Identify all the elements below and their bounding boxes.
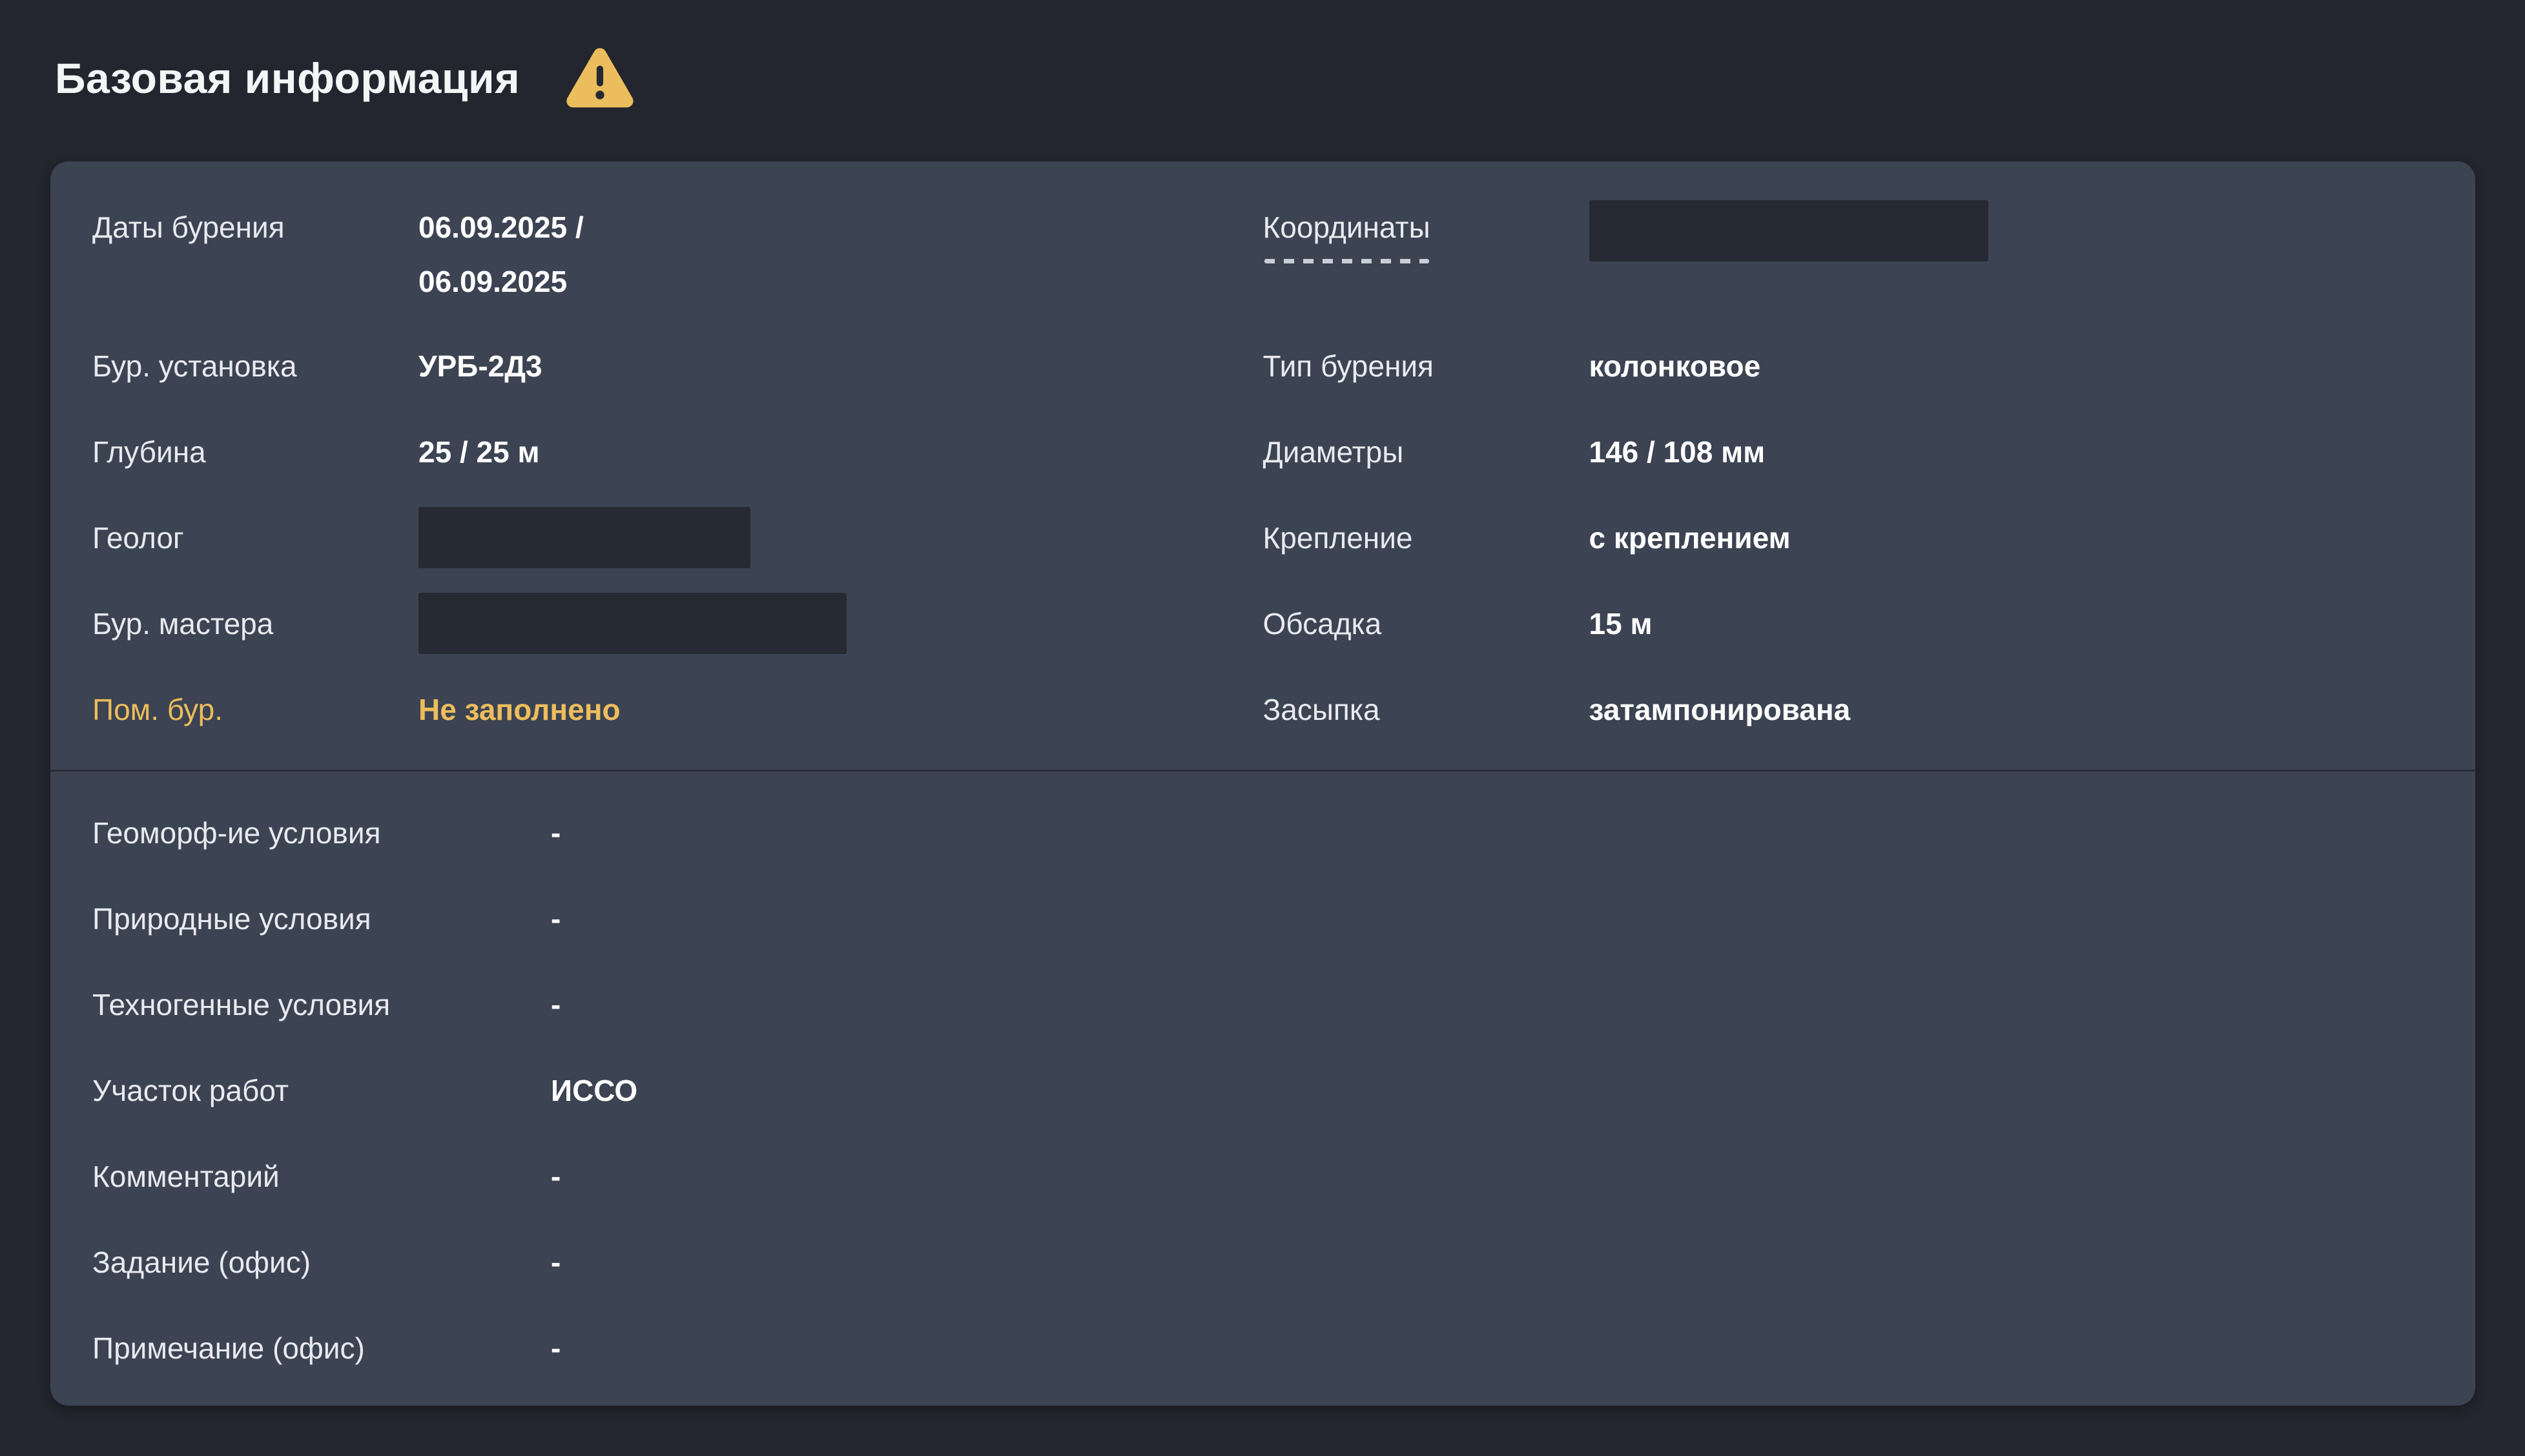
field-value: 06.09.2025 / 06.09.2025 — [418, 200, 638, 309]
field-value: - — [551, 1157, 561, 1196]
warning-triangle-icon[interactable] — [565, 47, 635, 109]
row-backfill: Засыпка затампонирована — [1263, 666, 2434, 752]
field-label: Примечание (офис) — [92, 1329, 551, 1368]
row-note-office: Примечание (офис) - — [92, 1305, 2433, 1391]
row-drilling-rig: Бур. установка УРБ-2Д3 — [92, 323, 1263, 409]
row-technogenic-conditions: Техногенные условия - — [92, 961, 2433, 1047]
field-value: 25 / 25 м — [418, 433, 539, 471]
field-label: Крепление — [1263, 518, 1589, 557]
field-value: - — [551, 899, 561, 938]
row-drilling-dates: Даты бурения 06.09.2025 / 06.09.2025 — [92, 185, 1263, 323]
row-task-office: Задание (офис) - — [92, 1219, 2433, 1305]
top-left-column: Даты бурения 06.09.2025 / 06.09.2025 Бур… — [92, 185, 1263, 752]
field-value: с креплением — [1589, 518, 1791, 557]
field-value: УРБ-2Д3 — [418, 347, 542, 385]
field-label: Даты бурения — [92, 200, 418, 254]
field-value: затампонирована — [1589, 690, 1851, 729]
coordinates-tooltip-label[interactable]: Координаты — [1263, 200, 1430, 263]
row-drill-masters: Бур. мастера — [92, 580, 1263, 666]
field-label: Природные условия — [92, 899, 551, 938]
field-label: Глубина — [92, 433, 418, 471]
field-label: Геолог — [92, 518, 418, 557]
field-value-not-filled: Не заполнено — [418, 690, 621, 729]
redacted-value-box — [418, 507, 750, 568]
bottom-section: Геоморф-ие условия - Природные условия -… — [50, 772, 2475, 1406]
field-label: Пом. бур. — [92, 690, 418, 729]
field-label: Обсадка — [1263, 604, 1589, 643]
field-label: Участок работ — [92, 1071, 551, 1110]
row-work-site: Участок работ ИССО — [92, 1047, 2433, 1133]
row-natural-conditions: Природные условия - — [92, 876, 2433, 961]
field-label: Комментарий — [92, 1157, 551, 1196]
row-depth: Глубина 25 / 25 м — [92, 409, 1263, 495]
field-label: Бур. установка — [92, 347, 418, 385]
field-label: Тип бурения — [1263, 347, 1589, 385]
field-value: 146 / 108 мм — [1589, 433, 1766, 471]
row-drilling-type: Тип бурения колонковое — [1263, 323, 2434, 409]
row-coordinates: Координаты — [1263, 185, 2434, 323]
field-value: колонковое — [1589, 347, 1761, 385]
field-label: Задание (офис) — [92, 1243, 551, 1282]
row-geologist: Геолог — [92, 495, 1263, 580]
row-geomorphological-conditions: Геоморф-ие условия - — [92, 790, 2433, 876]
top-right-column: Координаты Тип бурения колонковое Диамет… — [1263, 185, 2434, 752]
field-label: Техногенные условия — [92, 985, 551, 1024]
row-comment: Комментарий - — [92, 1133, 2433, 1219]
field-value: - — [551, 1329, 561, 1368]
field-value: - — [551, 814, 561, 852]
row-reinforcement: Крепление с креплением — [1263, 495, 2434, 580]
row-assistant-drillers: Пом. бур. Не заполнено — [92, 666, 1263, 752]
field-value: - — [551, 1243, 561, 1282]
field-label: Диаметры — [1263, 433, 1589, 471]
basic-info-card: Даты бурения 06.09.2025 / 06.09.2025 Бур… — [50, 161, 2475, 1406]
field-label: Геоморф-ие условия — [92, 814, 551, 852]
row-diameters: Диаметры 146 / 108 мм — [1263, 409, 2434, 495]
field-label: Координаты — [1263, 200, 1589, 263]
field-label: Бур. мастера — [92, 604, 418, 643]
field-label: Засыпка — [1263, 690, 1589, 729]
redacted-value-box — [1589, 200, 1988, 261]
page-title: Базовая информация — [55, 49, 520, 107]
redacted-value-box — [418, 593, 847, 654]
field-value: - — [551, 985, 561, 1024]
row-casing: Обсадка 15 м — [1263, 580, 2434, 666]
top-section: Даты бурения 06.09.2025 / 06.09.2025 Бур… — [50, 161, 2475, 770]
page-header: Базовая информация — [0, 0, 2525, 107]
field-value: 15 м — [1589, 604, 1653, 643]
field-value: ИССО — [551, 1071, 637, 1110]
